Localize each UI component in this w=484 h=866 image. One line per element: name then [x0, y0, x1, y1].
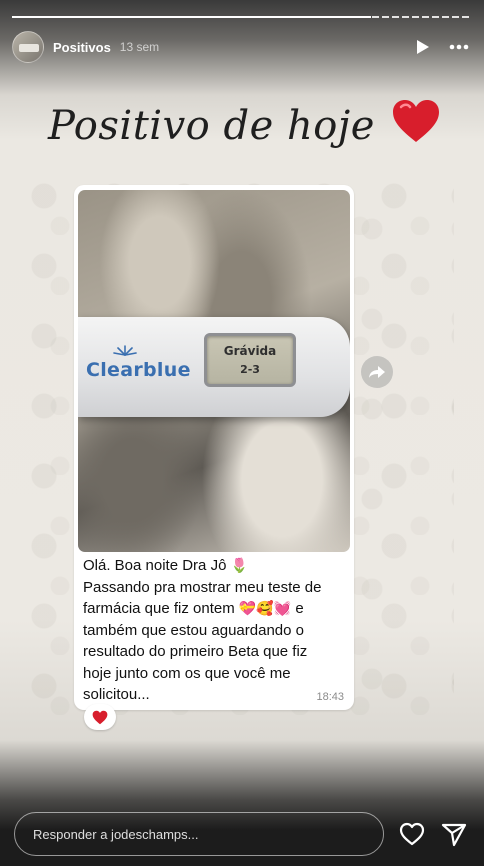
message-reaction	[84, 704, 116, 730]
msg-line-7: solicitou...	[83, 686, 150, 703]
pregnancy-test: Clearblue Grávida 2-3	[78, 317, 350, 417]
avatar[interactable]	[12, 31, 44, 63]
chat-message-bubble: Clearblue Grávida 2-3 Olá. Boa noite Dra…	[74, 185, 354, 710]
msg-line-5: resultado do primeiro Beta que fiz	[83, 643, 308, 660]
test-result: Grávida	[223, 344, 277, 358]
message-timestamp: 18:43	[316, 691, 344, 703]
msg-line-1: Olá. Boa noite Dra Jô	[83, 557, 227, 574]
story-caption: Positivo de hoje	[48, 98, 468, 154]
test-weeks: 2-3	[240, 363, 260, 376]
reaction-heart-icon	[92, 710, 108, 724]
test-display: Grávida 2-3	[204, 333, 296, 387]
msg-line-4: também que estou aguardando o	[83, 621, 304, 639]
story-header: Positivos 13 sem	[12, 30, 472, 64]
msg-line-2: Passando pra mostrar meu teste de	[83, 578, 322, 596]
reply-placeholder: Responder a jodeschamps...	[33, 826, 199, 842]
test-brand: Clearblue	[86, 359, 191, 381]
red-heart-icon	[391, 98, 441, 154]
msg-line-3: farmácia que fiz ontem	[83, 600, 235, 617]
play-icon[interactable]	[410, 34, 436, 60]
reply-input[interactable]: Responder a jodeschamps...	[14, 812, 384, 856]
username[interactable]: Positivos	[53, 40, 111, 55]
pregnancy-test-photo[interactable]: Clearblue Grávida 2-3	[78, 190, 350, 552]
caption-text: Positivo de hoje	[48, 103, 375, 149]
story-viewer[interactable]: Positivos 13 sem Positivo de hoje Clearb…	[0, 0, 484, 866]
msg-line-3-end: e	[295, 600, 304, 617]
share-icon[interactable]	[361, 356, 393, 388]
more-icon[interactable]	[446, 34, 472, 60]
hearts-emojis: 💝🥰💓	[238, 600, 292, 616]
post-time: 13 sem	[119, 40, 160, 54]
msg-line-6: hoje junto com os que você me	[83, 664, 291, 682]
send-icon[interactable]	[440, 820, 468, 848]
story-progress-fill	[12, 16, 371, 18]
story-progress-bar	[12, 16, 472, 18]
like-icon[interactable]	[398, 820, 426, 848]
message-text: Olá. Boa noite Dra Jô 🌷 Passando pra mos…	[83, 555, 349, 706]
tulip-emoji: 🌷	[230, 557, 249, 573]
